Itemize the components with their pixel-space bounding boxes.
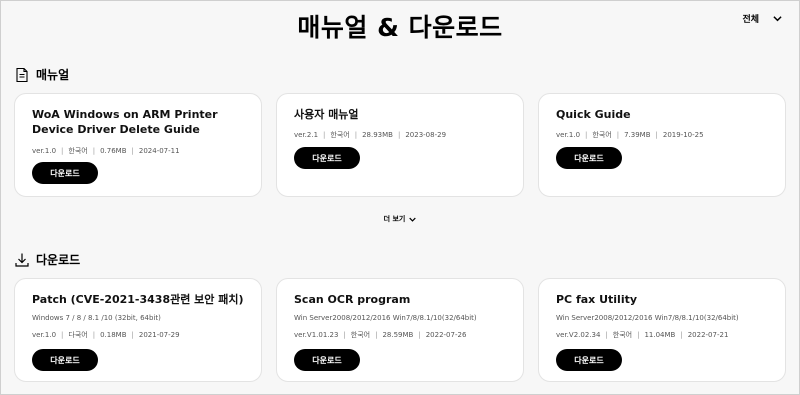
card-title: WoA Windows on ARM Printer Device Driver… [32, 108, 218, 136]
download-card: PC fax Utility Win Server2008/2012/2016 … [538, 278, 786, 382]
card-version: ver.V2.02.34 [556, 331, 601, 339]
card-date: 2019-10-25 [662, 131, 704, 139]
card-os: Windows 7 / 8 / 8.1 /10 (32bit, 64bit) [32, 314, 161, 322]
manual-section-heading: 매뉴얼 [14, 66, 69, 83]
chevron-down-icon [409, 217, 417, 222]
download-card: Patch (CVE-2021-3438관련 보안 패치) Windows 7 … [14, 278, 262, 382]
download-button[interactable]: 다운로드 [32, 162, 98, 184]
card-title: Patch (CVE-2021-3438관련 보안 패치) [32, 293, 244, 306]
show-more-label: 더 보기 [383, 215, 406, 223]
download-button[interactable]: 다운로드 [294, 349, 360, 371]
manual-card: Quick Guide ver.1.0 | 한국어 | 7.39MB | 2019-1… [538, 93, 786, 197]
manual-card: WoA Windows on ARM Printer Device Driver… [14, 93, 262, 197]
card-size: 28.93MB [362, 131, 393, 139]
manual-section-title: 매뉴얼 [36, 68, 70, 82]
card-language: 한국어 [350, 331, 371, 339]
card-meta: ver.1.0 | 한국어 | 7.39MB | 2019-10-25 [556, 131, 704, 139]
download-button[interactable]: 다운로드 [294, 147, 360, 169]
card-os: Win Server2008/2012/2016 Win7/8/8.1/10(3… [556, 314, 739, 322]
card-title: Scan OCR program [294, 293, 411, 306]
card-version: ver.V1.01.23 [294, 331, 339, 339]
card-title: PC fax Utility [556, 293, 638, 306]
chevron-down-icon [773, 16, 782, 22]
filter-dropdown[interactable]: 전체 [742, 12, 782, 25]
card-size: 0.18MB [100, 331, 127, 339]
card-size: 0.76MB [100, 147, 127, 155]
card-size: 7.39MB [624, 131, 651, 139]
download-section-title: 다운로드 [36, 253, 81, 267]
card-date: 2024-07-11 [138, 147, 180, 155]
card-date: 2022-07-21 [687, 331, 729, 339]
card-size: 28.59MB [382, 331, 414, 339]
page-title: 매뉴얼 & 다운로드 [297, 13, 503, 42]
document-icon [16, 67, 28, 82]
filter-selected-label: 전체 [742, 15, 759, 25]
card-language: 한국어 [330, 131, 350, 139]
card-version: ver.1.0 [32, 331, 57, 339]
card-version: ver.2.1 [294, 131, 319, 139]
card-language: 한국어 [68, 147, 88, 155]
manual-card: 사용자 매뉴얼 ver.2.1 | 한국어 | 28.93MB | 2023-08-2… [276, 93, 524, 197]
card-size: 11.04MB [644, 331, 676, 339]
card-title: 사용자 매뉴얼 [294, 108, 359, 121]
card-date: 2021-07-29 [138, 331, 180, 339]
card-meta: ver.1.0 | 다국어 | 0.18MB | 2021-07-29 [32, 331, 180, 339]
card-meta: ver.1.0 | 한국어 | 0.76MB | 2024-07-11 [32, 147, 180, 155]
card-os: Win Server2008/2012/2016 Win7/8/8.1/10(3… [294, 314, 477, 322]
card-meta: ver.V1.01.23 | 한국어 | 28.59MB | 2022-07-26 [294, 331, 467, 339]
download-section-heading: 다운로드 [14, 251, 80, 268]
card-meta: ver.V2.02.34 | 한국어 | 11.04MB | 2022-07-21 [556, 331, 729, 339]
download-button[interactable]: 다운로드 [556, 349, 622, 371]
download-card: Scan OCR program Win Server2008/2012/201… [276, 278, 524, 382]
download-button[interactable]: 다운로드 [32, 349, 98, 371]
card-date: 2023-08-29 [405, 131, 447, 139]
card-language: 한국어 [592, 131, 612, 139]
card-meta: ver.2.1 | 한국어 | 28.93MB | 2023-08-29 [294, 131, 447, 139]
card-date: 2022-07-26 [425, 331, 467, 339]
card-language: 한국어 [612, 331, 633, 339]
download-icon [15, 253, 29, 267]
download-button[interactable]: 다운로드 [556, 147, 622, 169]
show-more-button[interactable]: 더 보기 [0, 214, 800, 224]
card-title: Quick Guide [556, 108, 631, 121]
card-language: 다국어 [68, 331, 88, 339]
card-version: ver.1.0 [32, 147, 57, 155]
card-version: ver.1.0 [556, 131, 581, 139]
